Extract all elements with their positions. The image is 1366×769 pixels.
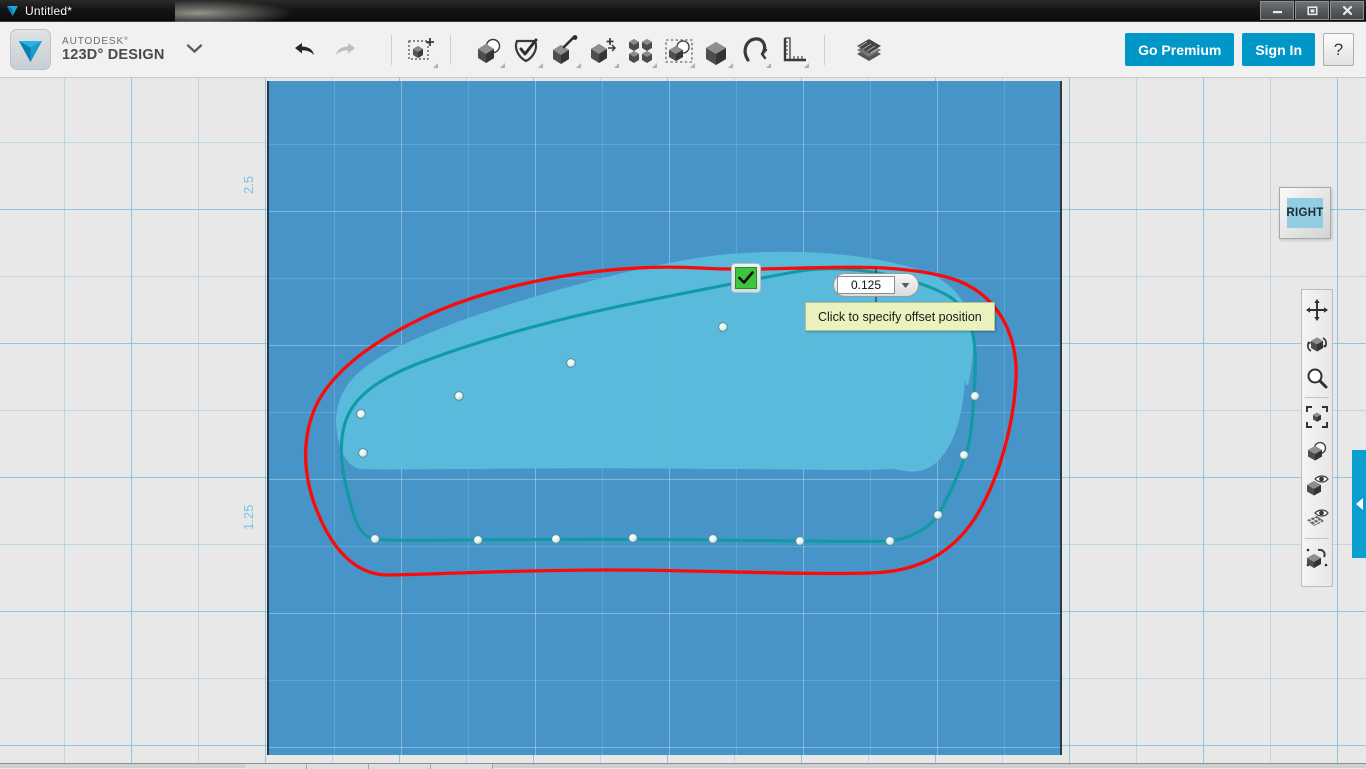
tool-corner-marker xyxy=(576,62,582,68)
magnifier-icon[interactable] xyxy=(1302,361,1332,395)
grid-eye-icon[interactable] xyxy=(1302,502,1332,536)
tool-corner-marker xyxy=(614,62,620,68)
sketch-tool[interactable] xyxy=(508,29,546,71)
brand-line-product: 123D° DESIGN xyxy=(62,46,165,63)
fit-to-view-icon[interactable] xyxy=(1302,400,1332,434)
four-arrows-icon[interactable] xyxy=(1302,293,1332,327)
toolbar-divider xyxy=(391,34,393,65)
go-premium-button[interactable]: Go Premium xyxy=(1125,33,1235,66)
snap-tool[interactable] xyxy=(736,29,774,71)
bottom-strip-segment xyxy=(369,764,431,769)
bottom-strip-segment xyxy=(431,764,493,769)
tool-corner-marker xyxy=(766,62,772,68)
orbit-cube-icon[interactable] xyxy=(1302,327,1332,361)
tool-corner-marker xyxy=(433,62,439,68)
toolbar-divider xyxy=(450,34,452,65)
window-title: Untitled* xyxy=(25,3,73,18)
titlebar-glow xyxy=(175,0,295,22)
palette-divider xyxy=(1305,538,1329,539)
construct-tool[interactable] xyxy=(546,29,584,71)
cube-sphere-view-icon[interactable] xyxy=(1302,434,1332,468)
view-cube[interactable]: RIGHT xyxy=(1279,187,1331,239)
app-logo-icon xyxy=(2,0,22,22)
sketch-plane[interactable] xyxy=(267,81,1062,755)
viewport[interactable]: 2.5 1.25 0.125 Click to specify offset p… xyxy=(0,78,1366,768)
pattern-tool[interactable] xyxy=(622,29,660,71)
axis-label-upper: 2.5 xyxy=(241,175,256,194)
help-button[interactable]: ? xyxy=(1323,33,1354,66)
grouping-tool[interactable] xyxy=(660,29,698,71)
toolbar-divider xyxy=(824,34,826,65)
cube-snap-icon[interactable] xyxy=(1302,541,1332,575)
offset-value-input[interactable] xyxy=(837,276,895,294)
close-button[interactable] xyxy=(1330,1,1364,20)
tool-corner-marker xyxy=(804,62,810,68)
undo-arrow-icon[interactable] xyxy=(281,29,325,71)
app-toolbar: AUTODESK° 123D° DESIGN Go Premium Sign I… xyxy=(0,22,1366,78)
green-checkmark-icon xyxy=(735,267,757,289)
measure-tool[interactable] xyxy=(774,29,812,71)
bottom-edge-strip xyxy=(0,763,1366,769)
offset-value-field[interactable] xyxy=(833,273,919,297)
cube-eye-icon[interactable] xyxy=(1302,468,1332,502)
navigation-tool-palette xyxy=(1301,289,1333,587)
minimize-button[interactable] xyxy=(1260,1,1294,20)
modify-tool[interactable] xyxy=(584,29,622,71)
window-titlebar: Untitled* xyxy=(0,0,1366,22)
sign-in-button[interactable]: Sign In xyxy=(1242,33,1315,66)
chevron-down-icon[interactable] xyxy=(186,41,203,59)
tool-corner-marker xyxy=(728,62,734,68)
confirm-offset-button[interactable] xyxy=(731,263,761,293)
caret-down-icon[interactable] xyxy=(895,275,915,295)
autodesk-logo-icon xyxy=(10,29,51,70)
tool-corner-marker xyxy=(500,62,506,68)
tool-corner-marker xyxy=(652,62,658,68)
palette-divider xyxy=(1305,397,1329,398)
combine-tool[interactable] xyxy=(698,29,736,71)
axis-label-lower: 1.25 xyxy=(241,504,256,530)
restore-button[interactable] xyxy=(1295,1,1329,20)
offset-tooltip: Click to specify offset position xyxy=(805,302,995,331)
transform-tool[interactable] xyxy=(403,29,441,71)
bottom-strip-segment xyxy=(307,764,369,769)
right-drawer-tab[interactable] xyxy=(1352,450,1366,558)
window-controls xyxy=(1260,1,1364,20)
tool-corner-marker xyxy=(690,62,696,68)
offset-tooltip-text: Click to specify offset position xyxy=(818,309,982,324)
primitives-tool[interactable] xyxy=(470,29,508,71)
bottom-strip-segment xyxy=(245,764,307,769)
material-tool[interactable] xyxy=(850,29,888,71)
view-cube-label: RIGHT xyxy=(1286,198,1323,228)
account-actions: Go Premium Sign In ? xyxy=(1125,33,1354,66)
tool-corner-marker xyxy=(538,62,544,68)
left-triangle-icon xyxy=(1355,498,1363,510)
redo-arrow-icon[interactable] xyxy=(325,29,369,71)
brand-line-autodesk: AUTODESK° xyxy=(62,35,129,47)
brand-area[interactable]: AUTODESK° 123D° DESIGN xyxy=(10,29,203,70)
